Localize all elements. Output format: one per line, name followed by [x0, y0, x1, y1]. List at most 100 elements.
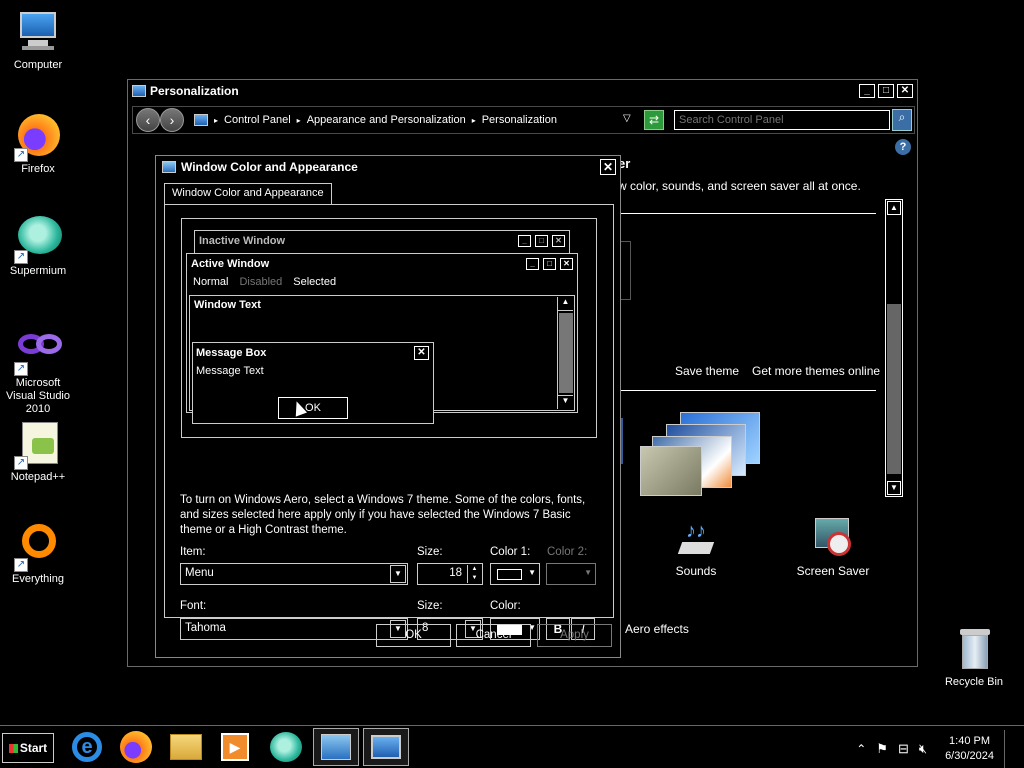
ok-button[interactable]: OK: [376, 624, 451, 647]
minimize-button[interactable]: _: [859, 84, 875, 98]
desktop-icon-label: Microsoft Visual Studio 2010: [5, 377, 70, 415]
close-button[interactable]: ✕: [897, 84, 913, 98]
size-spinner[interactable]: 18 ▲ ▼: [417, 563, 483, 585]
show-hidden-icons-icon[interactable]: ⌃: [856, 742, 866, 756]
dialog-title-bar: Window Color and Appearance ✕: [156, 156, 620, 178]
maximize-icon: □: [543, 258, 556, 270]
desktop-icon-visual-studio[interactable]: ↗ Microsoft Visual Studio 2010: [0, 326, 76, 416]
volume-muted-icon[interactable]: 🔇︎: [919, 741, 927, 757]
sounds-label: Sounds: [675, 564, 717, 578]
item-select[interactable]: Menu ▼: [180, 563, 408, 585]
tab-panel: Inactive Window _ □ ✕ Active Window _ □ …: [164, 204, 614, 640]
breadcrumb-arrow-icon[interactable]: ▸: [472, 116, 476, 125]
font-size-label: Size:: [417, 600, 443, 612]
color1-label: Color 1:: [490, 546, 531, 558]
show-desktop-button[interactable]: [1004, 730, 1016, 768]
clock[interactable]: 1:40 PM 6/30/2024: [945, 734, 994, 764]
taskbar-firefox[interactable]: [113, 728, 159, 766]
breadcrumb-appearance[interactable]: Appearance and Personalization: [307, 114, 466, 126]
preview-message-box[interactable]: Message Box ✕ Message Text OK: [192, 342, 434, 424]
cancel-button[interactable]: Cancel: [456, 624, 531, 647]
close-icon: ✕: [560, 258, 573, 270]
scroll-up-arrow-icon[interactable]: ▲: [887, 201, 901, 215]
shortcut-arrow-icon: ↗: [14, 148, 28, 162]
address-dropdown-icon[interactable]: ▽: [623, 113, 631, 124]
desktop-icon-recycle-bin[interactable]: Recycle Bin: [936, 625, 1012, 689]
clock-time: 1:40 PM: [949, 735, 991, 747]
aero-effects-text[interactable]: Aero effects: [625, 622, 689, 636]
minimize-icon: _: [526, 258, 539, 270]
preview-ok-button[interactable]: OK: [278, 397, 348, 419]
breadcrumb-arrow-icon[interactable]: ▸: [214, 116, 218, 125]
desktop-icon-notepadpp[interactable]: ↗ Notepad++: [0, 420, 76, 484]
maximize-button[interactable]: □: [878, 84, 894, 98]
back-button[interactable]: ‹: [136, 108, 160, 132]
save-theme-link[interactable]: Save theme: [675, 364, 739, 378]
control-panel-icon: [132, 85, 146, 97]
taskbar-personalization[interactable]: [363, 728, 409, 766]
partial-description: w color, sounds, and screen saver all at…: [618, 179, 861, 193]
message-box-title: Message Box: [196, 347, 267, 359]
scroll-thumb[interactable]: [887, 304, 901, 474]
color1-picker[interactable]: ▼: [490, 563, 540, 585]
preview-menu-bar: Normal Disabled Selected: [187, 274, 577, 290]
desktop-icon-firefox[interactable]: ↗ Firefox: [0, 112, 76, 176]
close-icon: ✕: [414, 346, 429, 360]
desktop-icon-everything[interactable]: ↗ Everything: [0, 522, 76, 586]
maximize-icon: □: [535, 235, 548, 247]
shortcut-arrow-icon: ↗: [14, 250, 28, 264]
vertical-scrollbar[interactable]: ▲ ▼: [885, 199, 903, 497]
action-center-flag-icon[interactable]: ⚑: [876, 741, 888, 757]
appearance-preview[interactable]: Inactive Window _ □ ✕ Active Window _ □ …: [181, 218, 597, 438]
forward-button[interactable]: ›: [160, 108, 184, 132]
start-button[interactable]: Start: [2, 733, 54, 763]
apply-button[interactable]: Apply: [537, 624, 612, 647]
network-icon[interactable]: ⊟: [898, 741, 909, 757]
active-window-title: Active Window: [191, 258, 270, 270]
size-label: Size:: [417, 546, 443, 558]
refresh-button[interactable]: ⇄: [644, 110, 664, 130]
screen-saver-item[interactable]: Screen Saver: [793, 518, 873, 578]
breadcrumb-personalization[interactable]: Personalization: [482, 114, 557, 126]
desktop-icon-computer[interactable]: Computer: [0, 8, 76, 72]
desktop-icon-label: Recycle Bin: [944, 676, 1004, 688]
desktop-icon-label: Firefox: [21, 163, 55, 175]
recycle-bin-icon: [950, 625, 998, 673]
taskbar-control-panel[interactable]: [313, 728, 359, 766]
font-select[interactable]: Tahoma ▼: [180, 618, 408, 640]
menu-disabled[interactable]: Disabled: [239, 276, 282, 288]
desktop-icon-label: Everything: [12, 573, 64, 585]
taskbar-supermium[interactable]: [263, 728, 309, 766]
address-bar: ‹ › ▸ Control Panel ▸ Appearance and Per…: [132, 106, 915, 134]
menu-selected[interactable]: Selected: [293, 276, 336, 288]
dialog-close-button[interactable]: ✕: [600, 159, 616, 175]
desktop-icon-label: Supermium: [9, 265, 67, 277]
window-text-label: Window Text: [194, 299, 261, 311]
search-icon[interactable]: ⌕: [892, 109, 912, 131]
breadcrumb: ▸ Control Panel ▸ Appearance and Persona…: [194, 114, 557, 126]
taskbar-media-player[interactable]: ▶: [212, 728, 258, 766]
spinner-arrows-icon[interactable]: ▲ ▼: [467, 565, 481, 583]
system-tray: ⌃ ⚑ ⊟ 🔇︎ 1:40 PM 6/30/2024: [856, 730, 1016, 768]
font-select-value: Tahoma: [185, 622, 226, 634]
dialog-title: Window Color and Appearance: [181, 160, 358, 174]
more-themes-link[interactable]: Get more themes online: [752, 364, 880, 378]
media-player-icon: ▶: [221, 733, 249, 761]
breadcrumb-control-panel[interactable]: Control Panel: [224, 114, 291, 126]
breadcrumb-arrow-icon[interactable]: ▸: [297, 116, 301, 125]
taskbar-ie[interactable]: e: [64, 728, 110, 766]
search-input[interactable]: [674, 110, 890, 130]
taskbar-explorer[interactable]: [163, 728, 209, 766]
dialog-app-icon: [162, 161, 176, 173]
tab-window-color[interactable]: Window Color and Appearance: [164, 183, 332, 205]
color2-picker[interactable]: ▼: [546, 563, 596, 585]
menu-normal[interactable]: Normal: [193, 276, 228, 288]
sounds-item[interactable]: ♪♪ Sounds: [656, 518, 736, 578]
desktop-icon-supermium[interactable]: ↗ Supermium: [0, 214, 76, 278]
preview-scrollbar[interactable]: ▲ ▼: [557, 297, 573, 409]
scroll-down-arrow-icon[interactable]: ▼: [887, 481, 901, 495]
scroll-down-arrow-icon: ▼: [558, 395, 573, 409]
help-icon[interactable]: ?: [895, 139, 911, 155]
desktop: Computer ↗ Firefox ↗ Supermium ↗ Microso…: [0, 0, 1024, 725]
theme-preview-image[interactable]: [640, 412, 760, 498]
